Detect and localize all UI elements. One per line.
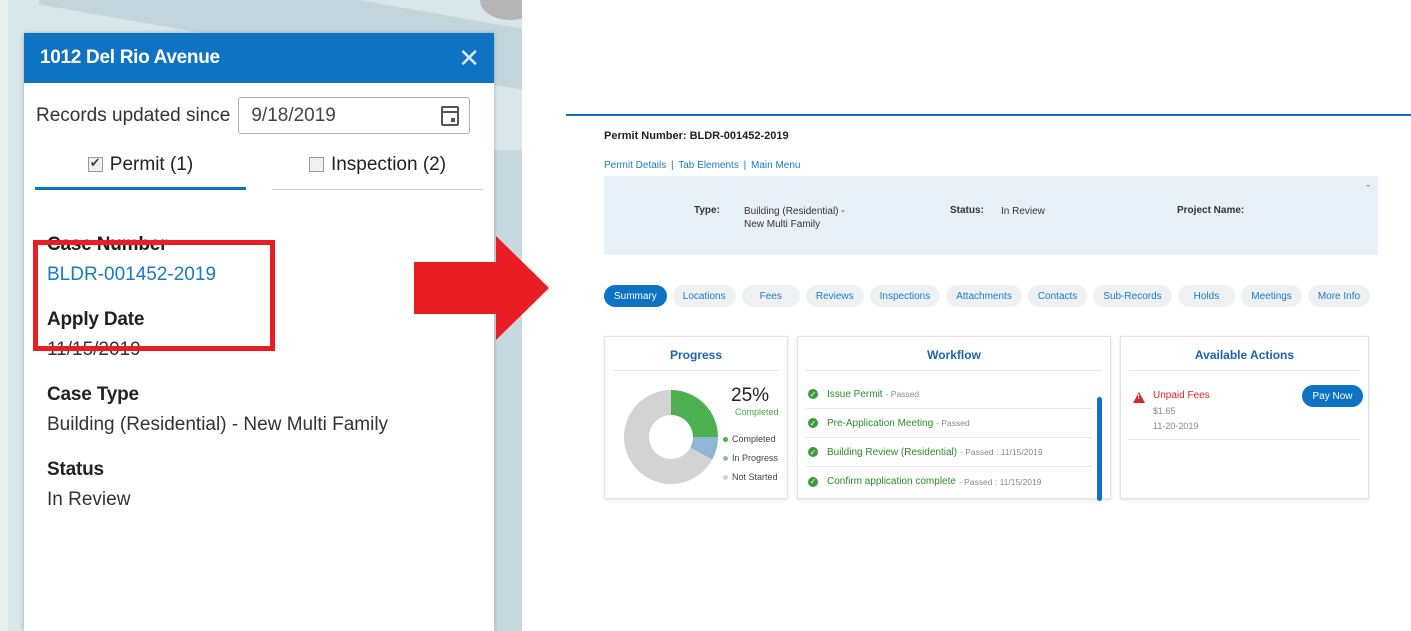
popup-header: 1012 Del Rio Avenue ✕ bbox=[24, 33, 494, 83]
header-rule bbox=[566, 114, 1411, 116]
chevron-down-icon[interactable]: ˇ bbox=[1366, 184, 1370, 196]
legend-not-started: Not Started bbox=[723, 472, 778, 482]
unpaid-fees-date: 11-20-2019 bbox=[1153, 421, 1199, 431]
tab-permit[interactable]: Permit (1) bbox=[35, 154, 246, 190]
tab-inspections[interactable]: Inspections bbox=[869, 285, 941, 307]
legend-dot bbox=[723, 436, 728, 442]
permit-checkbox[interactable] bbox=[87, 155, 103, 172]
record-type-tabs: Permit (1) Inspection (2) bbox=[24, 134, 494, 190]
type-value-line1: Building (Residential) - bbox=[744, 206, 845, 217]
tab-inspection[interactable]: Inspection (2) bbox=[272, 154, 483, 190]
permit-tabs: Summary Locations Fees Reviews Inspectio… bbox=[604, 285, 1371, 307]
legend-in-progress-label: In Progress bbox=[732, 453, 779, 463]
tab-inspection-label: Inspection (2) bbox=[330, 154, 447, 175]
right-arrow-icon bbox=[414, 236, 549, 340]
unpaid-fees-amount: $1.65 bbox=[1153, 406, 1176, 416]
tab-summary[interactable]: Summary bbox=[604, 285, 667, 307]
inspection-checkbox[interactable] bbox=[308, 157, 324, 172]
workflow-item-status: - Passed bbox=[885, 389, 920, 399]
workflow-title: Workflow bbox=[806, 337, 1102, 371]
workflow-item: ✓ Building Review (Residential) - Passed… bbox=[806, 438, 1092, 467]
donut-slice-completed bbox=[671, 390, 718, 437]
progress-percent-label: Completed bbox=[735, 407, 779, 417]
link-separator: | bbox=[671, 160, 674, 171]
permit-page: Permit Number: BLDR-001452-2019 Permit D… bbox=[566, 114, 1411, 514]
workflow-item: ✓ Issue Permit - Passed bbox=[806, 380, 1092, 409]
legend-completed: Completed bbox=[723, 434, 776, 444]
popup-title: 1012 Del Rio Avenue bbox=[40, 47, 220, 68]
check-circle-icon: ✓ bbox=[808, 447, 818, 457]
map-feature bbox=[480, 0, 522, 20]
project-name-label: Project Name: bbox=[1177, 205, 1245, 216]
workflow-scrollbar[interactable] bbox=[1097, 397, 1102, 501]
legend-in-progress: In Progress bbox=[723, 453, 778, 463]
tab-more-info[interactable]: More Info bbox=[1307, 285, 1371, 307]
legend-completed-label: Completed bbox=[732, 434, 776, 444]
progress-percent: 25% bbox=[731, 385, 770, 406]
type-value-line2: New Multi Family bbox=[744, 219, 821, 230]
permit-number: Permit Number: BLDR-001452-2019 bbox=[604, 130, 789, 142]
workflow-item-name[interactable]: Pre-Application Meeting bbox=[827, 418, 933, 429]
workflow-card: Workflow ✓ Issue Permit - Passed ✓ Pre-A… bbox=[797, 336, 1111, 501]
link-permit-details[interactable]: Permit Details bbox=[604, 160, 666, 171]
workflow-item: ✓ Pre-Application Meeting - Passed bbox=[806, 409, 1092, 438]
progress-card: Progress 25% Completed Completed In Prog… bbox=[604, 336, 788, 499]
close-icon[interactable]: ✕ bbox=[458, 45, 480, 71]
status-label: Status bbox=[47, 459, 104, 480]
check-circle-icon: ✓ bbox=[808, 476, 818, 487]
calendar-icon[interactable] bbox=[441, 105, 460, 126]
case-type-label: Case Type bbox=[47, 384, 139, 405]
link-separator: | bbox=[743, 160, 747, 171]
progress-title: Progress bbox=[613, 337, 779, 371]
actions-card: Available Actions ! Unpaid Fees $1.65 11… bbox=[1120, 336, 1369, 499]
workflow-item-name[interactable]: Issue Permit bbox=[827, 389, 883, 400]
divider bbox=[1129, 439, 1360, 440]
workflow-item-status: - Passed : 11/15/2019 bbox=[960, 447, 1043, 457]
unpaid-fees-title: Unpaid Fees bbox=[1153, 390, 1210, 401]
records-since-row: Records updated since 9/18/2019 bbox=[24, 83, 494, 134]
workflow-item-name[interactable]: Confirm application complete bbox=[827, 476, 956, 487]
tab-fees[interactable]: Fees bbox=[741, 285, 800, 307]
records-since-label: Records updated since bbox=[36, 104, 231, 126]
type-label: Type: bbox=[694, 205, 720, 216]
highlight-box bbox=[33, 240, 275, 351]
tab-contacts[interactable]: Contacts bbox=[1027, 285, 1088, 307]
status-value: In Review bbox=[1001, 206, 1045, 217]
permit-info-panel: ˇ Type: Building (Residential) - New Mul… bbox=[604, 176, 1378, 255]
records-since-date-field[interactable]: 9/18/2019 bbox=[238, 97, 471, 134]
tab-reviews[interactable]: Reviews bbox=[805, 285, 864, 307]
workflow-item-status: - Passed bbox=[936, 418, 970, 428]
link-main-menu[interactable]: Main Menu bbox=[751, 160, 800, 171]
legend-dot bbox=[723, 474, 728, 480]
workflow-item-status: - Passed : 11/15/2019 bbox=[958, 476, 1042, 487]
legend-not-started-label: Not Started bbox=[732, 472, 778, 482]
tab-permit-label: Permit (1) bbox=[109, 154, 194, 175]
status-value: In Review bbox=[47, 489, 131, 510]
case-type-value: Building (Residential) - New Multi Famil… bbox=[47, 414, 389, 435]
records-since-date-value[interactable]: 9/18/2019 bbox=[251, 105, 336, 127]
tab-locations[interactable]: Locations bbox=[672, 285, 736, 307]
legend-dot bbox=[723, 455, 728, 461]
actions-title: Available Actions bbox=[1129, 337, 1360, 371]
warning-icon: ! bbox=[1133, 392, 1145, 403]
check-circle-icon: ✓ bbox=[808, 418, 818, 428]
link-tab-elements[interactable]: Tab Elements bbox=[678, 160, 739, 171]
pay-now-button[interactable]: Pay Now bbox=[1302, 385, 1363, 407]
map-edge bbox=[0, 0, 8, 631]
workflow-item: ✓ Confirm application complete - Passed … bbox=[806, 467, 1092, 496]
breadcrumb: Permit Details | Tab Elements | Main Men… bbox=[604, 160, 800, 171]
workflow-item-name[interactable]: Building Review (Residential) bbox=[827, 447, 957, 458]
check-circle-icon: ✓ bbox=[808, 389, 818, 399]
screenshot-canvas: 1012 Del Rio Avenue ✕ Records updated si… bbox=[0, 0, 1411, 631]
tab-attachments[interactable]: Attachments bbox=[946, 285, 1022, 307]
tab-holds[interactable]: Holds bbox=[1177, 285, 1236, 307]
status-label: Status: bbox=[950, 205, 984, 216]
tab-meetings[interactable]: Meetings bbox=[1241, 285, 1302, 307]
tab-sub-records[interactable]: Sub-Records bbox=[1093, 285, 1172, 307]
progress-donut bbox=[624, 390, 718, 484]
